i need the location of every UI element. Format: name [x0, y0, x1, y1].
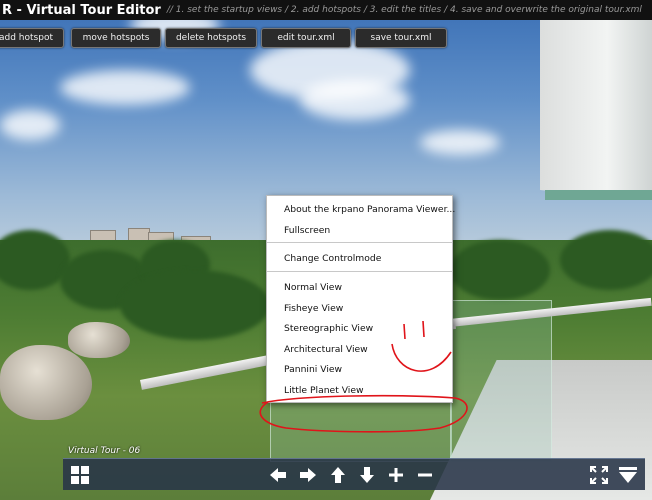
zoom-out-icon[interactable]	[412, 459, 438, 490]
move-hotspots-button[interactable]: move hotspots	[71, 28, 161, 48]
menu-item-little-planet-view[interactable]: Little Planet View	[284, 385, 364, 396]
hide-controls-icon[interactable]	[615, 459, 641, 490]
tree	[120, 270, 270, 340]
menu-item-normal-view[interactable]: Normal View	[284, 282, 342, 293]
zoom-in-icon[interactable]	[383, 459, 409, 490]
arrow-up-icon[interactable]	[325, 459, 351, 490]
menu-item-fisheye-view[interactable]: Fisheye View	[284, 303, 343, 314]
tour-title: Virtual Tour - 06	[68, 446, 141, 456]
title-bar: R - Virtual Tour Editor // 1. set the st…	[0, 0, 652, 20]
menu-item-about[interactable]: About the krpano Panorama Viewer...	[284, 204, 455, 215]
menu-item-stereographic-view[interactable]: Stereographic View	[284, 323, 373, 334]
save-tour-xml-button[interactable]: save tour.xml	[355, 28, 447, 48]
rock	[68, 322, 130, 358]
menu-item-pannini-view[interactable]: Pannini View	[284, 364, 342, 375]
menu-separator	[267, 242, 452, 243]
steps-hint: // 1. set the startup views / 2. add hot…	[166, 5, 642, 15]
menu-item-change-controlmode[interactable]: Change Controlmode	[284, 253, 381, 264]
app-title: R - Virtual Tour Editor	[2, 2, 161, 18]
add-hotspot-button[interactable]: add hotspot	[0, 28, 64, 48]
edit-tour-xml-button[interactable]: edit tour.xml	[261, 28, 351, 48]
cloud	[0, 110, 60, 140]
cloud	[300, 80, 410, 120]
rock	[0, 345, 92, 420]
arrow-right-icon[interactable]	[295, 459, 321, 490]
delete-hotspots-button[interactable]: delete hotspots	[165, 28, 257, 48]
arrow-left-icon[interactable]	[265, 459, 291, 490]
editor-toolbar: add hotspot move hotspots delete hotspot…	[0, 28, 652, 48]
bottom-control-bar	[63, 458, 645, 490]
menu-separator	[267, 271, 452, 272]
tree	[560, 230, 652, 290]
tree	[450, 240, 550, 300]
cloud	[420, 130, 500, 155]
thumbnails-icon[interactable]	[67, 459, 93, 490]
context-menu: About the krpano Panorama Viewer... Full…	[266, 195, 455, 403]
menu-item-fullscreen[interactable]: Fullscreen	[284, 225, 330, 236]
building-trim	[545, 190, 652, 200]
menu-item-architectural-view[interactable]: Architectural View	[284, 344, 368, 355]
arrow-down-icon[interactable]	[354, 459, 380, 490]
fullscreen-icon[interactable]	[586, 459, 612, 490]
cloud	[60, 70, 190, 105]
